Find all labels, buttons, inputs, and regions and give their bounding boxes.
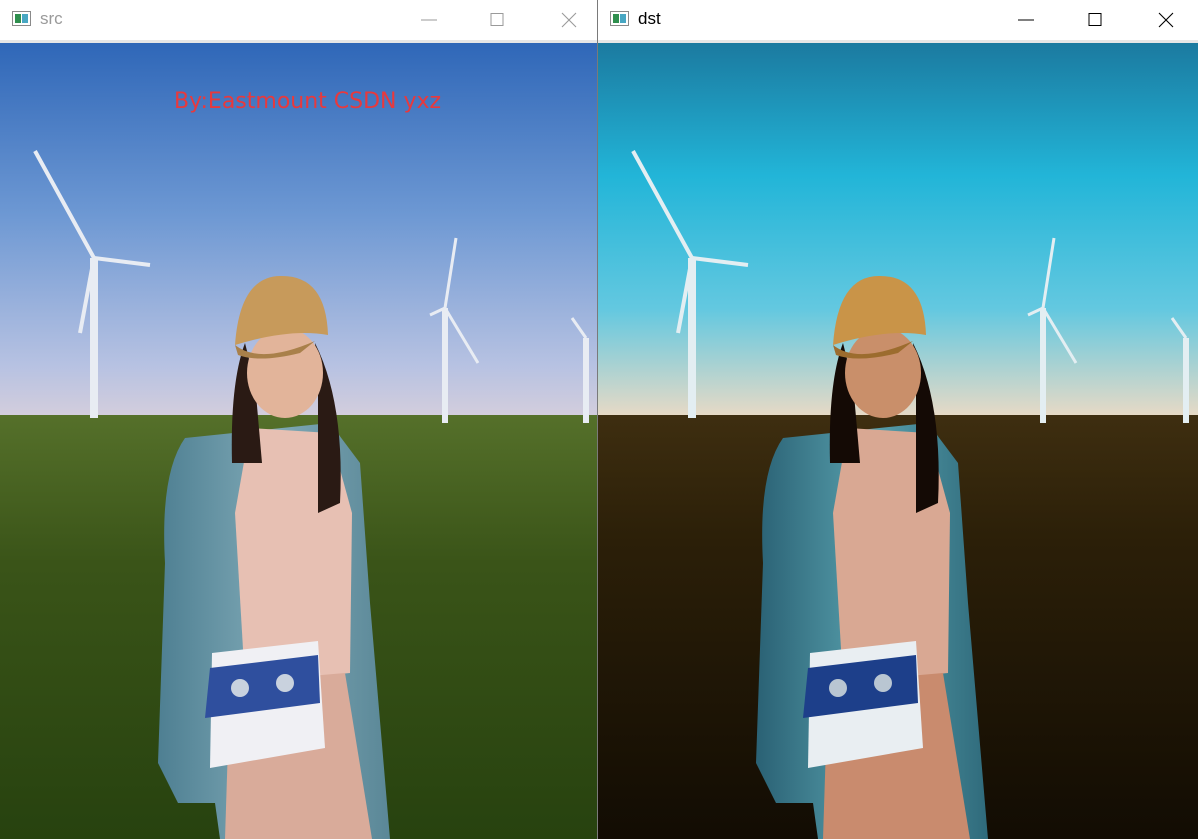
minimize-icon <box>421 19 437 21</box>
dst-window: dst <box>598 0 1198 839</box>
src-titlebar[interactable]: src <box>0 0 597 40</box>
src-window: src By:Eastmount CSDN yxz <box>0 0 597 839</box>
maximize-icon <box>490 13 504 26</box>
dst-image <box>598 43 1198 839</box>
close-button[interactable] <box>1143 0 1189 40</box>
src-window-title: src <box>40 9 63 28</box>
maximize-button[interactable] <box>474 0 520 40</box>
watermark-text: By:Eastmount CSDN yxz <box>174 89 442 114</box>
minimize-button[interactable] <box>406 0 452 40</box>
src-photo <box>0 43 597 839</box>
app-icon <box>610 11 629 26</box>
close-icon <box>561 12 577 28</box>
app-icon <box>12 11 31 26</box>
src-image: By:Eastmount CSDN yxz <box>0 43 597 839</box>
minimize-button[interactable] <box>1003 0 1049 40</box>
maximize-button[interactable] <box>1072 0 1118 40</box>
maximize-icon <box>1088 13 1102 26</box>
dst-window-title: dst <box>638 9 661 28</box>
close-button[interactable] <box>546 0 592 40</box>
close-icon <box>1158 12 1174 28</box>
dst-photo <box>598 43 1198 839</box>
dst-titlebar[interactable]: dst <box>598 0 1198 40</box>
minimize-icon <box>1018 19 1034 21</box>
